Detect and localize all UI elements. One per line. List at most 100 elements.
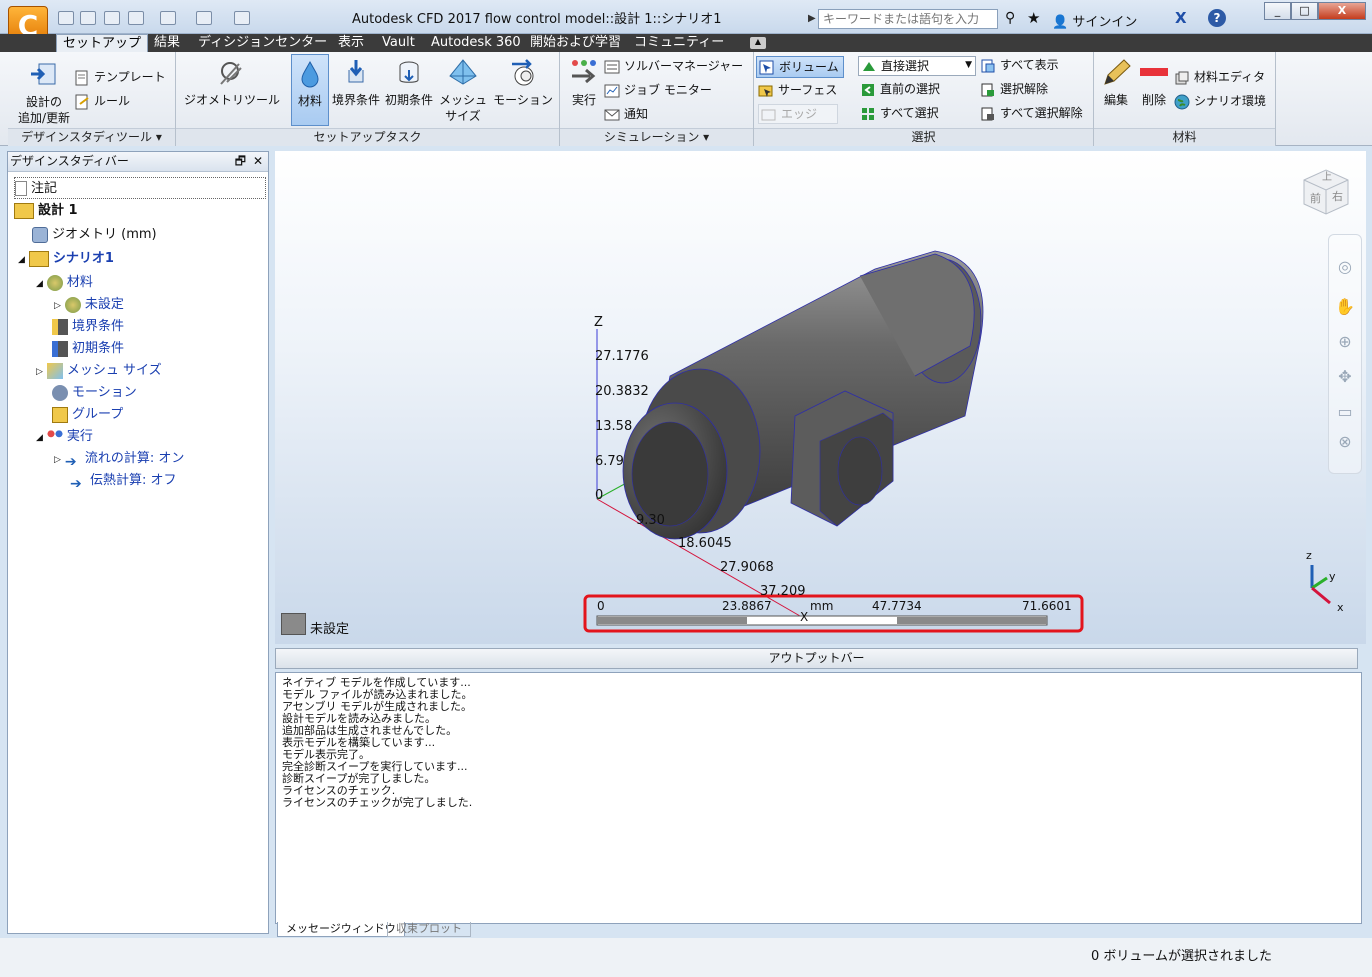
add-update-design-button[interactable]: 設計の 追加/更新 xyxy=(14,60,74,126)
initial-button[interactable]: 初期条件 xyxy=(382,58,436,108)
binoculars-icon[interactable]: ⚲ xyxy=(1005,10,1015,26)
geometry-tool-button[interactable]: ジオメトリツール xyxy=(180,58,284,108)
volume-button[interactable]: ボリューム xyxy=(756,56,844,78)
tree-item-material[interactable]: ◢ 材料 xyxy=(36,272,93,295)
solver-manager-button[interactable]: ソルバーマネージャー xyxy=(604,58,743,75)
graphics-viewport[interactable]: Z 27.1776 20.3832 13.58 6.79 0 9.30 18.6… xyxy=(275,151,1366,644)
rule-button[interactable]: ルール xyxy=(74,93,130,110)
search-input[interactable] xyxy=(818,9,998,29)
x-tick-4: 37.209 xyxy=(760,584,806,599)
direct-select-dropdown[interactable]: 直接選択 ▼ xyxy=(858,56,976,76)
tree-item-heat-calc[interactable]: ➔ 伝熱計算: オフ xyxy=(70,470,177,492)
tab-community[interactable]: コミュニティー xyxy=(628,34,730,52)
properties-icon[interactable] xyxy=(234,11,250,25)
look-at-icon[interactable]: ▭ xyxy=(1334,401,1356,423)
run-button[interactable]: 実行 xyxy=(564,58,604,108)
tab-results[interactable]: 結果 xyxy=(148,34,186,52)
model-canvas[interactable] xyxy=(275,151,1366,644)
tree-item-flow-calc[interactable]: ▷ ➔ 流れの計算: オン xyxy=(54,448,184,471)
material-button[interactable]: 材料 xyxy=(291,54,329,126)
z-tick-5: 0 xyxy=(595,488,604,503)
mesh-size-button[interactable]: メッシュ サイズ xyxy=(438,58,488,124)
delete-material-button[interactable]: 削除 xyxy=(1136,58,1172,108)
view-cube[interactable]: 上 前 右 xyxy=(1300,166,1352,218)
save-icon[interactable] xyxy=(104,11,120,25)
close-panel-icon[interactable]: ✕ xyxy=(253,152,263,171)
tab-message-window[interactable]: メッセージウィンドウ xyxy=(277,922,405,937)
tree-label-run: 実行 xyxy=(66,429,93,444)
tree-item-initial[interactable]: 初期条件 xyxy=(52,338,124,360)
tree-item-notes[interactable]: 注記 xyxy=(14,177,266,199)
surface-label: サーフェス xyxy=(778,83,838,97)
scale-label-2: 47.7734 xyxy=(872,599,922,613)
select-all-button[interactable]: すべて選択 xyxy=(860,105,939,122)
surface-button[interactable]: サーフェス xyxy=(758,82,837,99)
tab-autodesk360[interactable]: Autodesk 360 xyxy=(425,34,527,52)
template-button[interactable]: テンプレート xyxy=(74,69,166,86)
tree-item-geometry[interactable]: ジオメトリ (mm) xyxy=(32,224,157,246)
z-axis-label: Z xyxy=(594,315,603,330)
group-label-design-tools[interactable]: デザインスタディツール ▾ xyxy=(8,128,175,146)
show-motion-icon[interactable]: ⊗ xyxy=(1334,431,1356,453)
volume-select-icon xyxy=(759,60,774,74)
tab-view[interactable]: 表示 xyxy=(332,34,370,52)
scale-bar-highlight xyxy=(583,594,1084,633)
close-button[interactable]: X xyxy=(1318,2,1366,20)
tree-item-unassigned[interactable]: ▷ 未設定 xyxy=(54,294,124,317)
tree-item-boundary[interactable]: 境界条件 xyxy=(52,316,124,338)
maximize-button[interactable]: □ xyxy=(1291,2,1318,20)
select-icon[interactable] xyxy=(160,11,176,25)
motion-button[interactable]: モーション xyxy=(492,58,554,108)
signin-button[interactable]: 👤 サインイン xyxy=(1052,11,1137,30)
tree-item-scenario1[interactable]: ◢ シナリオ1 xyxy=(18,248,114,271)
deselect-button[interactable]: 選択解除 xyxy=(980,81,1048,98)
group-label-simulation[interactable]: シミュレーション ▾ xyxy=(560,128,753,146)
edit-material-button[interactable]: 編集 xyxy=(1098,58,1134,108)
legend-label: 未設定 xyxy=(310,622,350,637)
boundary-button[interactable]: 境界条件 xyxy=(330,58,382,108)
zoom-icon[interactable]: ⊕ xyxy=(1334,331,1356,353)
deselect-all-button[interactable]: すべて選択解除 xyxy=(980,105,1083,122)
pan-hand-icon[interactable]: ✋ xyxy=(1334,296,1356,318)
tab-convergence-plot[interactable]: 収束プロット xyxy=(387,922,471,937)
scenario-environment-button[interactable]: シナリオ環境 xyxy=(1174,93,1266,110)
output-bar-header[interactable]: アウトプットバー xyxy=(275,648,1358,669)
notes-icon xyxy=(15,181,27,196)
float-panel-icon[interactable]: 🗗 xyxy=(235,152,246,171)
tab-getting-started[interactable]: 開始および学習 xyxy=(524,34,627,52)
tree-item-group[interactable]: グループ xyxy=(52,404,123,426)
scale-bar-segment-1 xyxy=(597,617,747,624)
steering-wheel-icon[interactable]: ◎ xyxy=(1334,256,1356,278)
minimize-button[interactable]: _ xyxy=(1264,2,1291,20)
log-line: 表示モデルを構築しています... xyxy=(282,736,436,749)
material-editor-button[interactable]: 材料エディタ xyxy=(1174,69,1265,86)
tab-decision-center[interactable]: ディシジョンセンター xyxy=(192,34,333,52)
exchange-icon[interactable]: X xyxy=(1175,9,1187,27)
orbit-icon[interactable]: ✥ xyxy=(1334,366,1356,388)
expand-search-icon[interactable]: ▶ xyxy=(808,13,816,25)
edge-button[interactable]: エッジ xyxy=(758,104,838,124)
tree-item-mesh[interactable]: ▷ メッシュ サイズ xyxy=(36,360,162,383)
tree-item-design1[interactable]: 設計 1 xyxy=(14,200,78,222)
initial-label: 初期条件 xyxy=(384,93,433,107)
group-selection: ボリューム サーフェス エッジ 直接選択 ▼ 直前の選択 すべて選択 すべて表示 … xyxy=(754,52,1094,146)
tab-vault[interactable]: Vault xyxy=(376,34,421,52)
help-icon[interactable]: ? xyxy=(1208,9,1226,27)
star-icon[interactable]: ★ xyxy=(1027,9,1040,27)
job-monitor-button[interactable]: ジョブ モニター xyxy=(604,82,712,99)
previous-select-button[interactable]: 直前の選択 xyxy=(860,81,940,98)
boundary-label: 境界条件 xyxy=(331,93,380,107)
flow-control-model[interactable] xyxy=(622,250,984,540)
deselect-label: 選択解除 xyxy=(1000,82,1049,96)
ribbon-minimize-icon[interactable]: ▲ xyxy=(750,37,766,49)
view-icon[interactable] xyxy=(196,11,212,25)
tab-setup[interactable]: セットアップ xyxy=(56,34,149,52)
message-window[interactable]: ネイティブ モデルを作成しています... モデル ファイルが読み込まれました。 … xyxy=(275,672,1362,924)
notify-button[interactable]: 通知 xyxy=(604,106,648,123)
save-all-icon[interactable] xyxy=(128,11,144,25)
tree-item-run[interactable]: ◢ 実行 xyxy=(36,426,93,449)
new-icon[interactable] xyxy=(58,11,74,25)
show-all-button[interactable]: すべて表示 xyxy=(980,57,1059,74)
tree-item-motion[interactable]: モーション xyxy=(52,382,137,404)
open-icon[interactable] xyxy=(80,11,96,25)
